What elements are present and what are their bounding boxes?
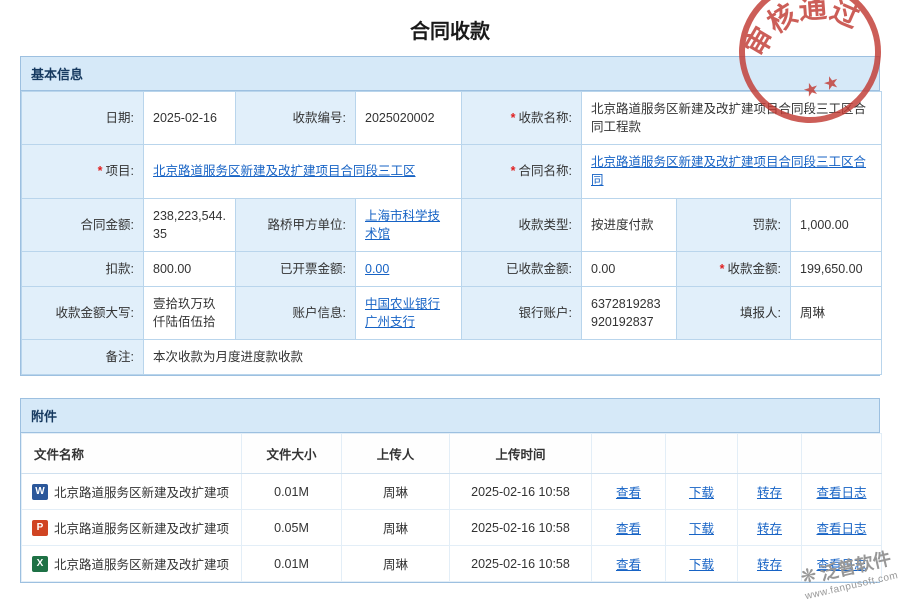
download-link[interactable]: 下载 bbox=[689, 522, 714, 536]
field-deduction-label: 扣款: bbox=[22, 251, 144, 286]
view-log-link[interactable]: 查看日志 bbox=[816, 558, 866, 572]
view-link[interactable]: 查看 bbox=[616, 486, 641, 500]
field-invoiced-amount-value: 0.00 bbox=[356, 251, 462, 286]
field-amount-in-words-label: 收款金额大写: bbox=[22, 286, 144, 339]
required-marker: * bbox=[511, 111, 516, 125]
file-size: 0.01M bbox=[242, 546, 342, 582]
field-project-label: *项目: bbox=[22, 145, 144, 198]
attachments-section: 附件 文件名称 文件大小 上传人 上传时间 W 北京路道服务区新建及改扩建项 bbox=[20, 398, 880, 583]
required-marker: * bbox=[511, 164, 516, 178]
field-deduction-value: 800.00 bbox=[144, 251, 236, 286]
field-project-value: 北京路道服务区新建及改扩建项目合同段三工区 bbox=[144, 145, 462, 198]
word-file-icon: W bbox=[32, 484, 48, 500]
col-file-size: 文件大小 bbox=[242, 434, 342, 474]
required-marker: * bbox=[98, 164, 103, 178]
info-row: 日期: 2025-02-16 收款编号: 2025020002 *收款名称: 北… bbox=[22, 92, 882, 145]
col-action-2 bbox=[666, 434, 738, 474]
info-row: *项目: 北京路道服务区新建及改扩建项目合同段三工区 *合同名称: 北京路道服务… bbox=[22, 145, 882, 198]
field-amount-in-words-value: 壹拾玖万玖仟陆佰伍拾 bbox=[144, 286, 236, 339]
view-log-link[interactable]: 查看日志 bbox=[816, 486, 866, 500]
col-uploader: 上传人 bbox=[342, 434, 450, 474]
excel-file-icon: X bbox=[32, 556, 48, 572]
field-account-info-label: 账户信息: bbox=[236, 286, 356, 339]
field-receipt-amount-value: 199,650.00 bbox=[791, 251, 882, 286]
field-date-label: 日期: bbox=[22, 92, 144, 145]
attachment-row: P 北京路道服务区新建及改扩建项 0.05M 周琳 2025-02-16 10:… bbox=[22, 510, 882, 546]
attachment-row: X 北京路道服务区新建及改扩建项 0.01M 周琳 2025-02-16 10:… bbox=[22, 546, 882, 582]
download-link[interactable]: 下载 bbox=[689, 558, 714, 572]
field-filler-label: 填报人: bbox=[677, 286, 791, 339]
info-row: 扣款: 800.00 已开票金额: 0.00 已收款金额: 0.00 *收款金额… bbox=[22, 251, 882, 286]
required-marker: * bbox=[720, 262, 725, 276]
party-a-unit-link[interactable]: 上海市科学技术馆 bbox=[365, 209, 440, 241]
uploader: 周琳 bbox=[342, 546, 450, 582]
field-receipt-amount-label: *收款金额: bbox=[677, 251, 791, 286]
field-penalty-label: 罚款: bbox=[677, 198, 791, 251]
upload-time: 2025-02-16 10:58 bbox=[450, 510, 592, 546]
attachments-header: 附件 bbox=[21, 399, 879, 433]
file-name: 北京路道服务区新建及改扩建项 bbox=[54, 518, 229, 537]
view-link[interactable]: 查看 bbox=[616, 522, 641, 536]
contract-name-link[interactable]: 北京路道服务区新建及改扩建项目合同段三工区合同 bbox=[591, 155, 866, 187]
transfer-link[interactable]: 转存 bbox=[757, 522, 782, 536]
file-name: 北京路道服务区新建及改扩建项 bbox=[54, 482, 229, 501]
basic-info-table: 日期: 2025-02-16 收款编号: 2025020002 *收款名称: 北… bbox=[21, 91, 882, 375]
info-row: 收款金额大写: 壹拾玖万玖仟陆佰伍拾 账户信息: 中国农业银行广州支行 银行账户… bbox=[22, 286, 882, 339]
field-receipt-name-value: 北京路道服务区新建及改扩建项目合同段三工区合同工程款 bbox=[582, 92, 882, 145]
col-file-name: 文件名称 bbox=[22, 434, 242, 474]
field-party-a-unit-label: 路桥甲方单位: bbox=[236, 198, 356, 251]
basic-info-header: 基本信息 bbox=[21, 57, 879, 91]
field-receipt-no-label: 收款编号: bbox=[236, 92, 356, 145]
file-size: 0.05M bbox=[242, 510, 342, 546]
ppt-file-icon: P bbox=[32, 520, 48, 536]
col-action-4 bbox=[802, 434, 882, 474]
field-remark-value: 本次收款为月度进度款收款 bbox=[144, 340, 882, 375]
field-bank-account-label: 银行账户: bbox=[462, 286, 582, 339]
col-upload-time: 上传时间 bbox=[450, 434, 592, 474]
upload-time: 2025-02-16 10:58 bbox=[450, 546, 592, 582]
field-penalty-value: 1,000.00 bbox=[791, 198, 882, 251]
basic-info-section: 基本信息 日期: 2025-02-16 收款编号: 2025020002 *收款… bbox=[20, 56, 880, 376]
field-contract-amount-label: 合同金额: bbox=[22, 198, 144, 251]
field-receipt-name-label: *收款名称: bbox=[462, 92, 582, 145]
field-bank-account-value: 6372819283920192837 bbox=[582, 286, 677, 339]
project-link[interactable]: 北京路道服务区新建及改扩建项目合同段三工区 bbox=[153, 164, 416, 178]
field-received-amount-value: 0.00 bbox=[582, 251, 677, 286]
field-contract-name-value: 北京路道服务区新建及改扩建项目合同段三工区合同 bbox=[582, 145, 882, 198]
attachments-header-row: 文件名称 文件大小 上传人 上传时间 bbox=[22, 434, 882, 474]
field-receipt-type-label: 收款类型: bbox=[462, 198, 582, 251]
attachment-row: W 北京路道服务区新建及改扩建项 0.01M 周琳 2025-02-16 10:… bbox=[22, 474, 882, 510]
transfer-link[interactable]: 转存 bbox=[757, 558, 782, 572]
field-account-info-value: 中国农业银行广州支行 bbox=[356, 286, 462, 339]
view-link[interactable]: 查看 bbox=[616, 558, 641, 572]
field-party-a-unit-value: 上海市科学技术馆 bbox=[356, 198, 462, 251]
file-size: 0.01M bbox=[242, 474, 342, 510]
col-action-1 bbox=[592, 434, 666, 474]
uploader: 周琳 bbox=[342, 510, 450, 546]
field-receipt-type-value: 按进度付款 bbox=[582, 198, 677, 251]
upload-time: 2025-02-16 10:58 bbox=[450, 474, 592, 510]
field-received-amount-label: 已收款金额: bbox=[462, 251, 582, 286]
account-info-link[interactable]: 中国农业银行广州支行 bbox=[365, 297, 440, 329]
page-title: 合同收款 bbox=[0, 0, 900, 56]
view-log-link[interactable]: 查看日志 bbox=[816, 522, 866, 536]
field-contract-name-label: *合同名称: bbox=[462, 145, 582, 198]
attachments-table: 文件名称 文件大小 上传人 上传时间 W 北京路道服务区新建及改扩建项 0.01… bbox=[21, 433, 882, 582]
field-filler-value: 周琳 bbox=[791, 286, 882, 339]
field-remark-label: 备注: bbox=[22, 340, 144, 375]
col-action-3 bbox=[738, 434, 802, 474]
download-link[interactable]: 下载 bbox=[689, 486, 714, 500]
uploader: 周琳 bbox=[342, 474, 450, 510]
transfer-link[interactable]: 转存 bbox=[757, 486, 782, 500]
contract-receipt-page: 合同收款 审核通过 ★ ★ 基本信息 日期: 2025-02-16 收款编号: … bbox=[0, 0, 900, 600]
field-date-value: 2025-02-16 bbox=[144, 92, 236, 145]
field-receipt-no-value: 2025020002 bbox=[356, 92, 462, 145]
info-row: 备注: 本次收款为月度进度款收款 bbox=[22, 340, 882, 375]
field-invoiced-amount-label: 已开票金额: bbox=[236, 251, 356, 286]
info-row: 合同金额: 238,223,544.35 路桥甲方单位: 上海市科学技术馆 收款… bbox=[22, 198, 882, 251]
invoiced-amount-link[interactable]: 0.00 bbox=[365, 262, 389, 276]
field-contract-amount-value: 238,223,544.35 bbox=[144, 198, 236, 251]
file-name: 北京路道服务区新建及改扩建项 bbox=[54, 554, 229, 573]
